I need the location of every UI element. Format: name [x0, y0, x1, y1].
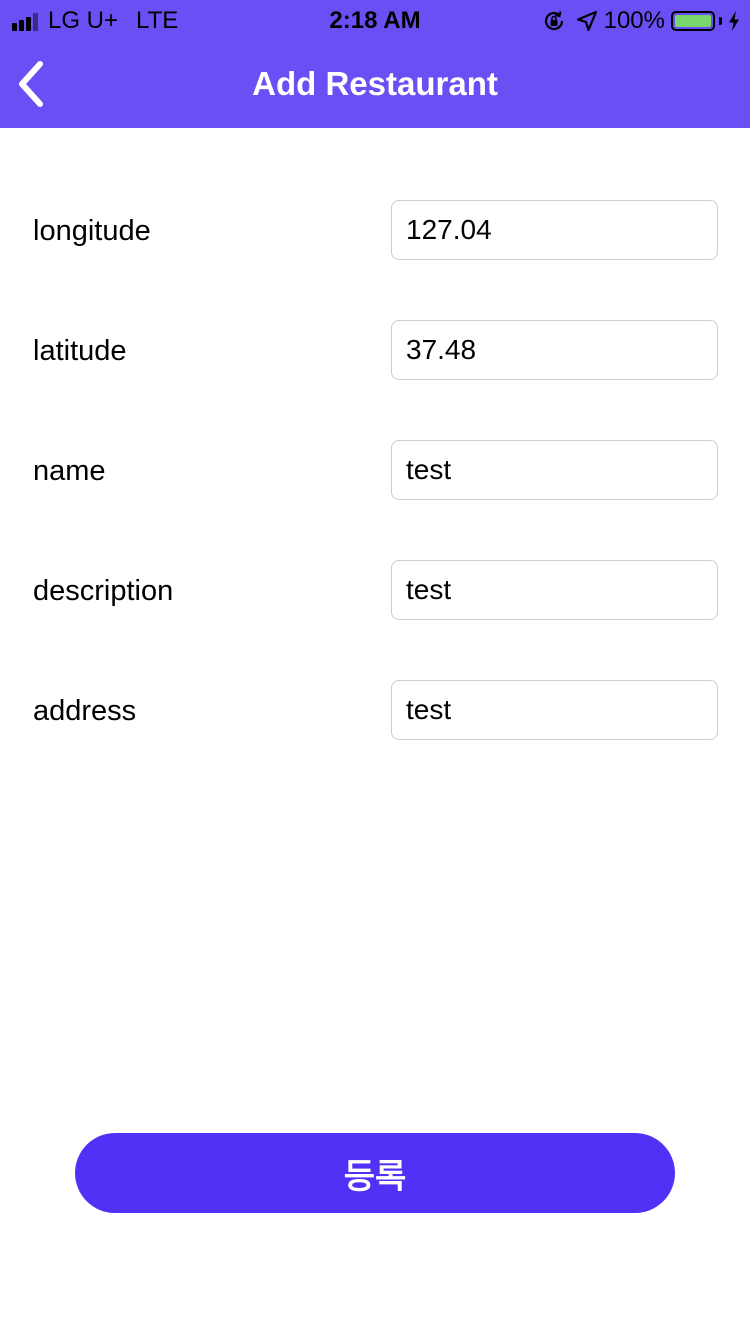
description-label: description	[33, 575, 174, 607]
form-row-longitude: longitude	[0, 200, 750, 260]
battery-cap	[719, 17, 722, 25]
address-input[interactable]	[391, 680, 718, 740]
longitude-label: longitude	[33, 215, 151, 247]
name-input[interactable]	[391, 440, 718, 500]
location-arrow-icon	[576, 10, 598, 32]
latitude-input[interactable]	[391, 320, 718, 380]
name-label: name	[33, 455, 106, 487]
orientation-lock-icon	[542, 9, 566, 33]
address-label: address	[33, 695, 137, 727]
latitude-label: latitude	[33, 335, 127, 367]
submit-button[interactable]: 등록	[75, 1133, 675, 1213]
status-right: 100%	[542, 7, 740, 35]
status-bar: LG U+ LTE 2:18 AM 100%	[0, 0, 750, 40]
page-title: Add Restaurant	[252, 65, 498, 102]
form-row-description: description	[0, 560, 750, 620]
form-row-latitude: latitude	[0, 320, 750, 380]
navigation-bar: Add Restaurant	[0, 40, 750, 128]
restaurant-form: longitude latitude name description addr…	[0, 200, 750, 800]
charging-bolt-icon	[728, 10, 740, 32]
battery-percent: 100%	[603, 7, 665, 34]
battery-level	[675, 15, 711, 27]
form-row-name: name	[0, 440, 750, 500]
app-header: LG U+ LTE 2:18 AM 100% Add Restaurant	[0, 0, 750, 128]
battery-icon	[671, 11, 715, 31]
description-input[interactable]	[391, 560, 718, 620]
form-row-address: address	[0, 680, 750, 740]
longitude-input[interactable]	[391, 200, 718, 260]
